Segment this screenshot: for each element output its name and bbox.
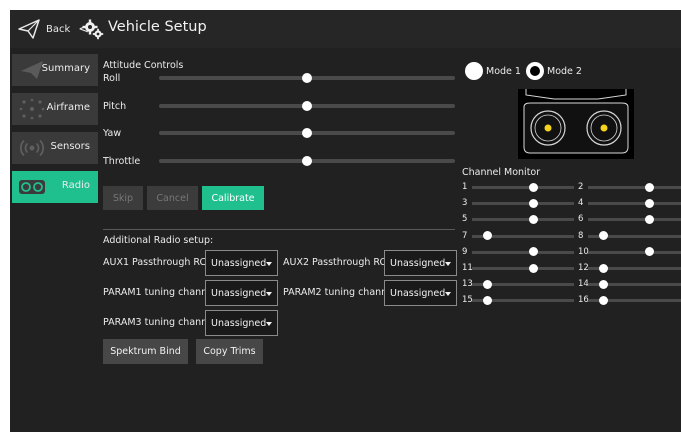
channel-4-indicator	[644, 198, 654, 208]
app-window: Back < Vehicle Setup Summary Airframe Se…	[10, 10, 681, 432]
paper-plane-icon	[18, 19, 40, 39]
mode1-radio[interactable]	[465, 62, 483, 80]
param1-dropdown[interactable]: Unassigned	[205, 280, 278, 306]
channel-2-indicator	[644, 182, 654, 192]
channel-6-track	[588, 218, 681, 222]
roll-slider-handle[interactable]	[302, 73, 312, 83]
calibrate-button[interactable]: Calibrate	[202, 186, 264, 210]
channel-8-label: 8	[578, 230, 584, 241]
channel-2-label: 2	[578, 182, 584, 192]
channel-14-indicator	[598, 279, 608, 289]
copy-trims-button[interactable]: Copy Trims	[196, 339, 263, 364]
chevron-down-icon	[266, 292, 272, 296]
right-stick-position	[600, 124, 608, 132]
airframe-icon	[19, 98, 45, 120]
yaw-slider-handle[interactable]	[302, 128, 312, 138]
channel-16-indicator	[598, 295, 608, 305]
mode1-label: Mode 1	[486, 66, 521, 77]
spektrum-bind-button[interactable]: Spektrum Bind	[103, 339, 188, 364]
cancel-button[interactable]: Cancel	[147, 186, 198, 210]
param3-label: PARAM3 tuning channel	[103, 317, 205, 328]
param1-label: PARAM1 tuning channel	[103, 287, 205, 298]
param3-dropdown[interactable]: Unassigned	[205, 310, 278, 336]
sidebar-item-label: Sensors	[50, 141, 91, 152]
radio-waves-icon	[20, 139, 44, 157]
throttle-label: Throttle	[103, 156, 141, 167]
top-bar: Back < Vehicle Setup	[10, 10, 681, 48]
sidebar-item-label: Summary	[41, 63, 90, 74]
back-label: Back	[46, 23, 71, 35]
param2-label: PARAM2 tuning channel	[283, 287, 384, 298]
chevron-down-icon	[445, 292, 451, 296]
channel-7-indicator	[482, 231, 492, 241]
skip-button[interactable]: Skip	[103, 186, 143, 210]
channel-9-track	[472, 250, 574, 254]
channel-9-label: 9	[462, 246, 468, 257]
section-divider	[103, 229, 455, 230]
aux2-value: Unassigned	[390, 257, 446, 269]
page-title: Vehicle Setup	[108, 19, 207, 35]
sidebar-item-label: Airframe	[46, 102, 90, 113]
channel-10-track	[588, 250, 681, 254]
sidebar-item-label: Radio	[61, 180, 90, 191]
channel-5-indicator	[528, 214, 538, 224]
channel-1-label: 1	[462, 182, 468, 192]
channel-15-indicator	[482, 295, 492, 305]
param2-dropdown[interactable]: Unassigned	[384, 280, 457, 306]
sidebar-item-summary[interactable]: Summary	[12, 54, 98, 86]
aux2-label: AUX2 Passthrough RC ch	[283, 257, 384, 268]
aux2-dropdown[interactable]: Unassigned	[384, 250, 457, 276]
chevron-down-icon	[445, 262, 451, 266]
attitude-controls-heading: Attitude Controls	[103, 60, 184, 71]
sidebar-item-radio[interactable]: Radio	[12, 171, 98, 203]
pitch-label: Pitch	[103, 101, 127, 112]
param3-value: Unassigned	[211, 317, 267, 329]
channel-13-indicator	[482, 279, 492, 289]
channel-6-indicator	[644, 214, 654, 224]
channel-2-track	[588, 186, 681, 189]
channel-4-label: 4	[578, 198, 584, 209]
channel-11-track	[472, 267, 574, 270]
channel-6-label: 6	[578, 214, 584, 225]
channel-5-track	[472, 218, 574, 222]
chevron-down-icon	[266, 322, 272, 326]
channel-monitor-heading: Channel Monitor	[462, 167, 541, 178]
sidebar-item-airframe[interactable]: Airframe	[12, 93, 98, 125]
channel-11-indicator	[528, 263, 538, 273]
channel-4-track	[588, 202, 681, 206]
channel-12-indicator	[598, 263, 608, 273]
mode2-radio[interactable]	[526, 62, 544, 80]
additional-setup-heading: Additional Radio setup:	[103, 235, 214, 246]
param2-value: Unassigned	[390, 287, 446, 299]
mode2-label: Mode 2	[547, 66, 582, 77]
left-stick-position	[544, 124, 552, 132]
param1-value: Unassigned	[211, 287, 267, 299]
channel-8-indicator	[598, 231, 608, 241]
aux1-value: Unassigned	[211, 257, 267, 269]
aux1-dropdown[interactable]: Unassigned	[205, 250, 278, 276]
channel-7-label: 7	[462, 230, 468, 241]
yaw-label: Yaw	[103, 128, 122, 139]
channel-5-label: 5	[462, 214, 468, 225]
channel-9-indicator	[528, 247, 538, 257]
channel-1-indicator	[528, 182, 538, 192]
radio-controller-icon	[19, 180, 45, 194]
channel-3-indicator	[528, 198, 538, 208]
transmitter-illustration	[518, 89, 634, 159]
pitch-slider-handle[interactable]	[302, 101, 312, 111]
channel-10-indicator	[644, 247, 654, 257]
channel-1-track	[472, 186, 574, 189]
aux1-label: AUX1 Passthrough RC ch	[103, 257, 205, 268]
roll-label: Roll	[103, 73, 121, 84]
chevron-down-icon	[266, 262, 272, 266]
throttle-slider-handle[interactable]	[302, 156, 312, 166]
channel-3-label: 3	[462, 198, 468, 209]
gears-icon	[82, 19, 104, 40]
channel-3-track	[472, 202, 574, 206]
sidebar-item-sensors[interactable]: Sensors	[12, 132, 98, 164]
back-button[interactable]: Back <	[18, 18, 89, 40]
